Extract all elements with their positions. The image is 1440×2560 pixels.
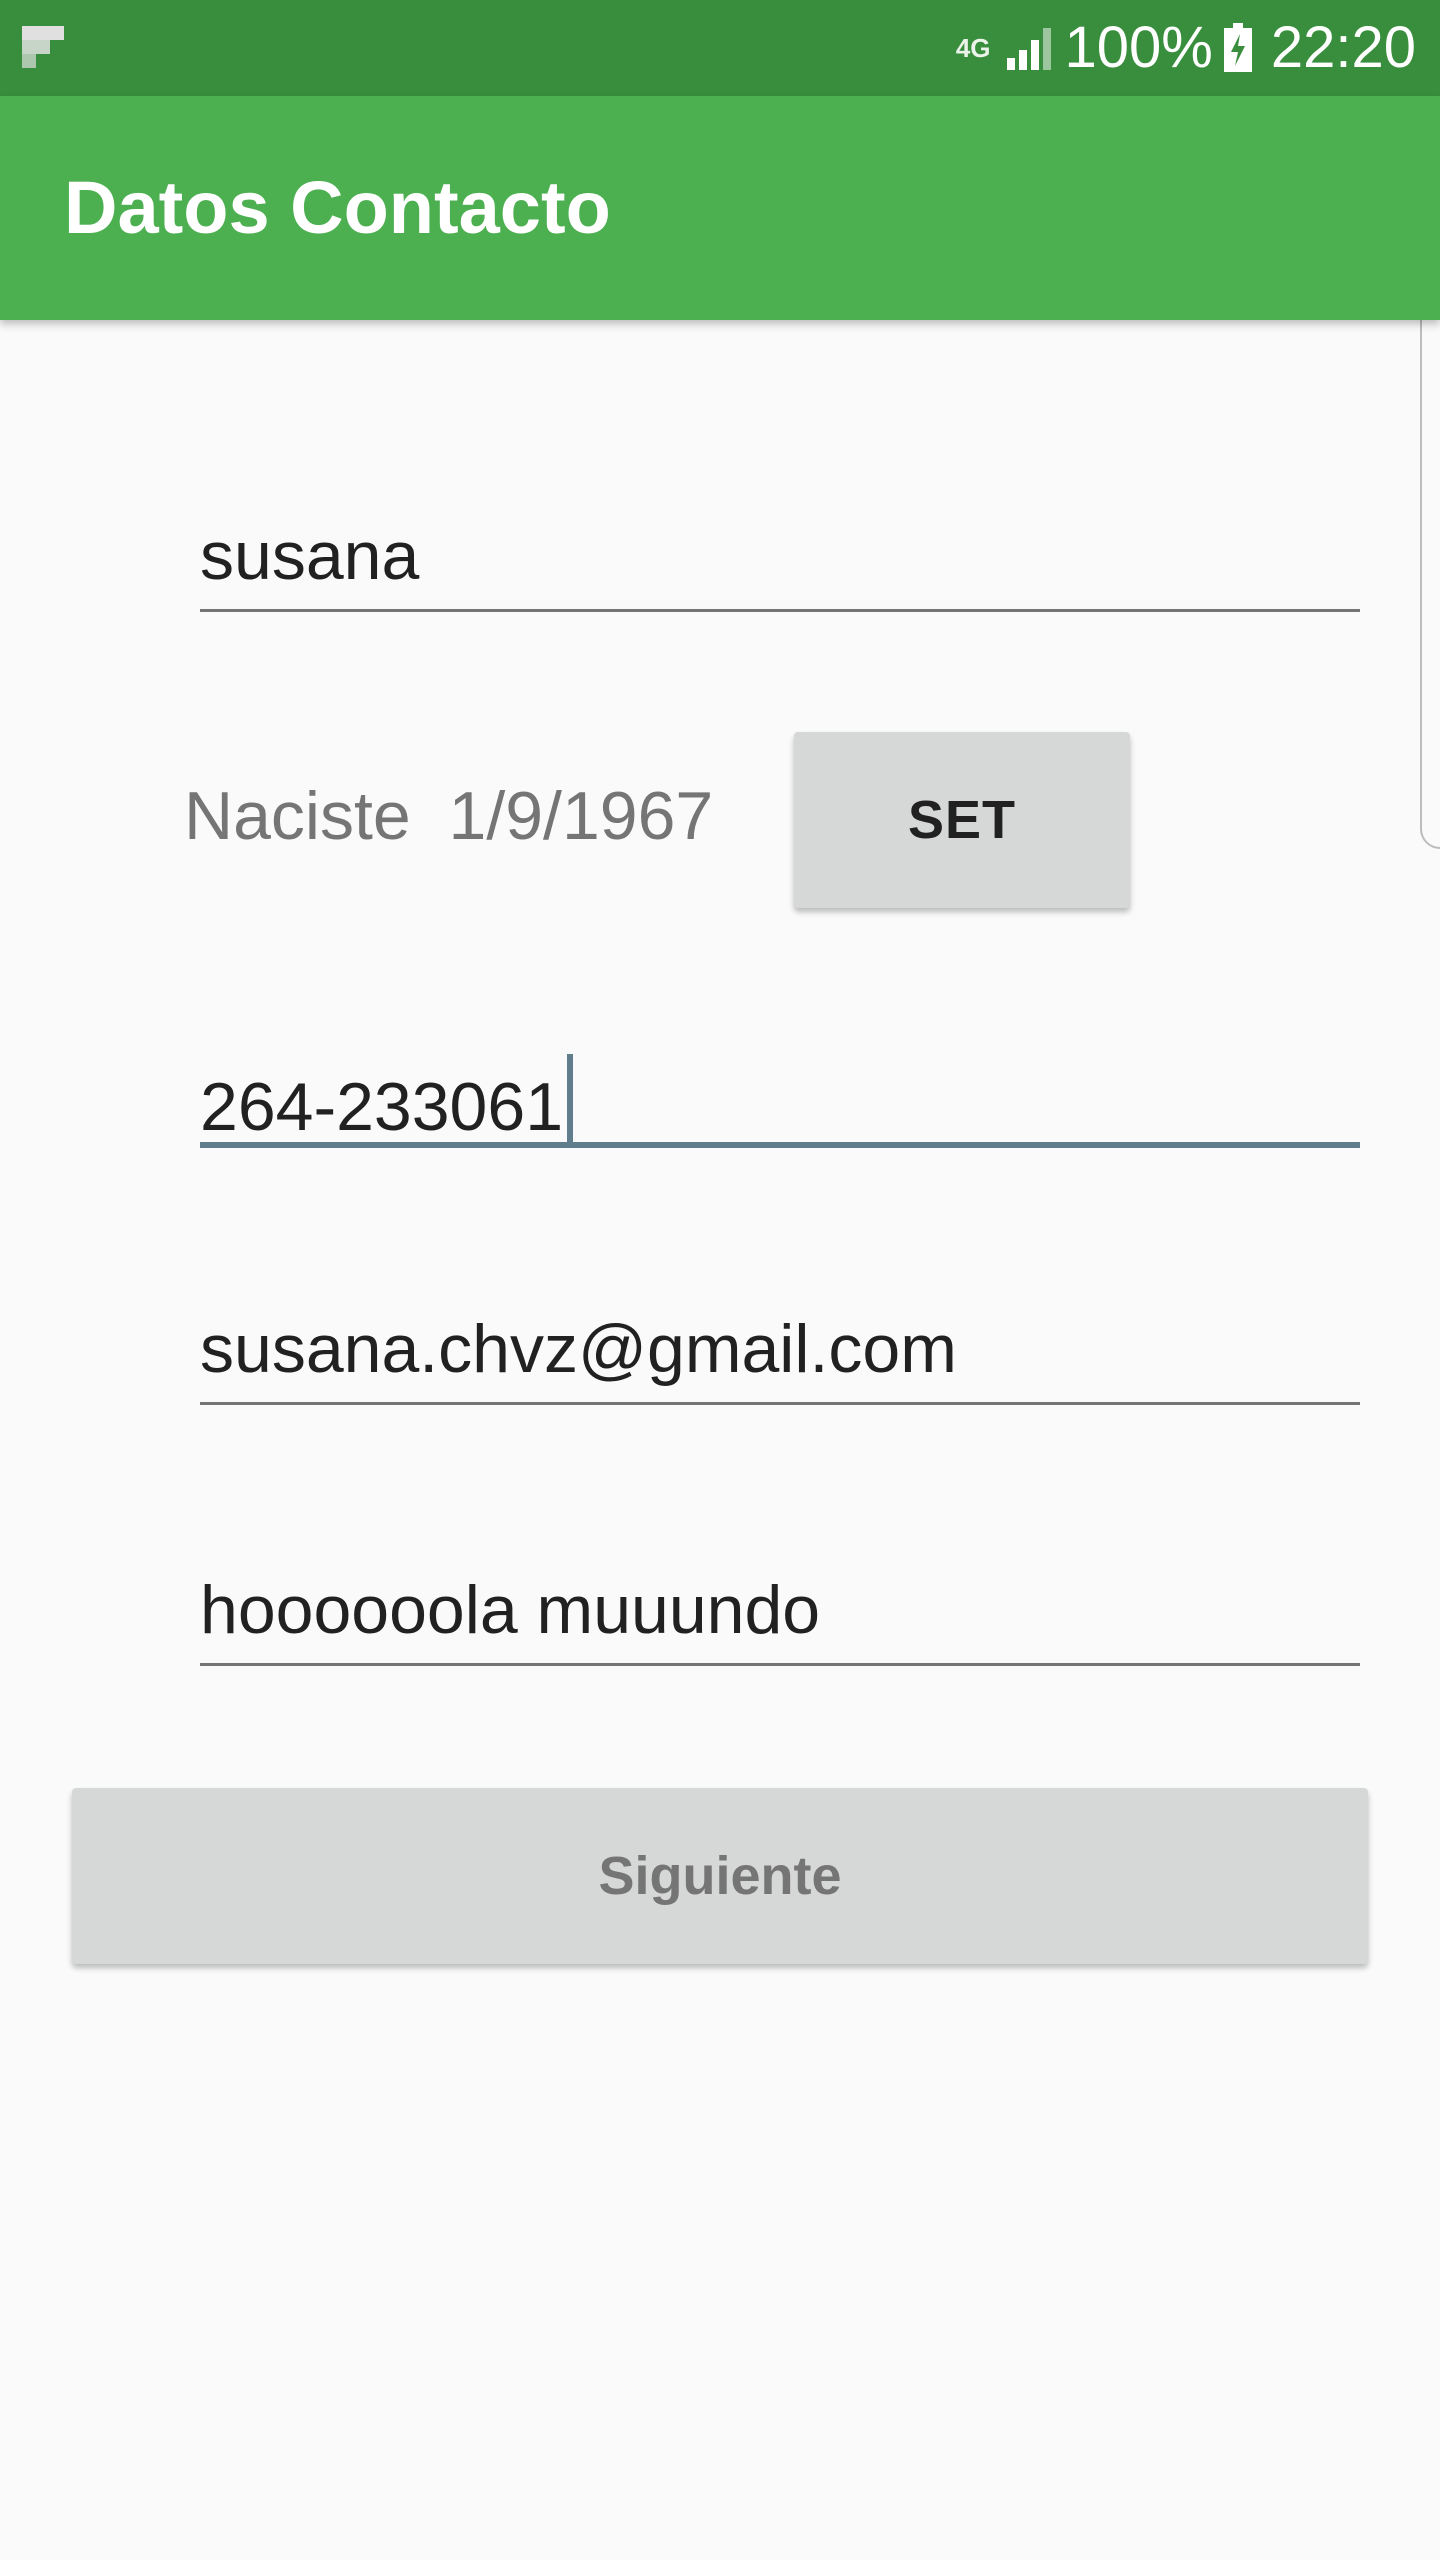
phone-field[interactable]: 264-233061: [200, 1032, 1360, 1152]
network-type: 4G: [955, 33, 991, 63]
phone-value: 264-233061: [200, 1069, 564, 1145]
edge-panel-handle[interactable]: [1420, 255, 1440, 849]
app-bar: Datos Contacto: [0, 96, 1440, 320]
text-cursor: [567, 1054, 574, 1148]
description-underline: [200, 1663, 1360, 1666]
phone-input[interactable]: 264-233061: [200, 1054, 574, 1148]
name-field[interactable]: susana: [200, 500, 1360, 620]
description-input[interactable]: hoooooola muuundo: [200, 1570, 820, 1650]
signal-bars-icon: [1006, 28, 1051, 70]
battery-percent: 100%: [1064, 15, 1213, 80]
email-input[interactable]: susana.chvz@gmail.com: [200, 1309, 957, 1389]
clock: 22:20: [1270, 15, 1416, 80]
name-underline: [200, 609, 1360, 612]
status-icons: 4G 100% 22:20: [956, 0, 1416, 96]
page-title: Datos Contacto: [64, 166, 611, 249]
flipboard-icon: [22, 26, 64, 68]
description-field[interactable]: hoooooola muuundo: [200, 1556, 1360, 1676]
battery-charging-icon: [1223, 23, 1252, 72]
status-bar: 4G 100% 22:20: [0, 0, 1440, 96]
set-date-button[interactable]: SET: [794, 732, 1130, 908]
birthdate-label: Naciste 1/9/1967: [184, 778, 714, 854]
next-button[interactable]: Siguiente: [72, 1788, 1368, 1964]
email-field[interactable]: susana.chvz@gmail.com: [200, 1295, 1360, 1415]
phone-underline: [200, 1142, 1360, 1148]
email-underline: [200, 1402, 1360, 1405]
name-input[interactable]: susana: [200, 516, 419, 596]
